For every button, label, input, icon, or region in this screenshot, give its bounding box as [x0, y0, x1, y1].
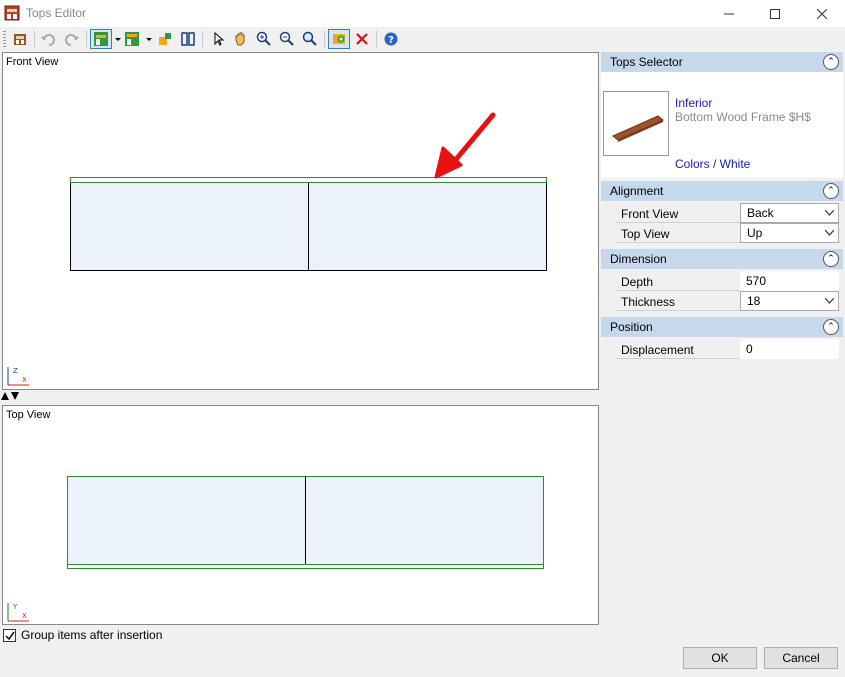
checkmark-icon: [4, 631, 15, 640]
svg-text:Z: Z: [13, 367, 18, 375]
undo-button[interactable]: [38, 29, 58, 49]
splitter-arrows-icon: [1, 392, 19, 400]
depth-label: Depth: [621, 275, 654, 289]
help-button[interactable]: ?: [381, 29, 401, 49]
front-view-layout-icon: [94, 32, 108, 46]
group-items-option[interactable]: Group items after insertion: [3, 628, 162, 642]
delete-icon: [356, 33, 368, 45]
pan-button[interactable]: [230, 29, 250, 49]
redo-button[interactable]: [62, 29, 82, 49]
displacement-input[interactable]: 0: [740, 339, 839, 359]
svg-text:X: X: [22, 376, 27, 384]
depth-input[interactable]: 570: [740, 271, 839, 291]
front-view-layout-button[interactable]: [90, 29, 112, 49]
close-button[interactable]: [799, 0, 845, 27]
top-thumbnail[interactable]: [603, 91, 669, 156]
view-splitter[interactable]: [1, 391, 19, 403]
dimension-header[interactable]: Dimension ⌃: [601, 249, 843, 269]
thickness-row: Thickness 18: [615, 291, 840, 311]
depth-row: Depth 570: [615, 271, 840, 291]
insert-button[interactable]: [10, 29, 30, 49]
front-view-drawing: [70, 112, 547, 271]
collapse-icon[interactable]: ⌃: [823, 54, 839, 70]
group-items-label[interactable]: Group items after insertion: [21, 628, 162, 642]
top-view-layout-icon: [125, 32, 139, 46]
alignment-header[interactable]: Alignment ⌃: [601, 181, 843, 201]
minimize-icon: [724, 13, 734, 14]
window-title: Tops Editor: [26, 6, 87, 20]
minimize-button[interactable]: [706, 0, 752, 27]
ok-button[interactable]: OK: [683, 647, 757, 669]
insert-icon: [14, 34, 26, 45]
svg-text:X: X: [22, 612, 27, 620]
svg-text:?: ?: [388, 35, 394, 46]
title-bar: Tops Editor: [0, 0, 845, 27]
app-icon: [4, 5, 20, 21]
help-icon: ?: [384, 32, 398, 46]
zoom-extents-icon: [302, 31, 317, 46]
tops-selector-header[interactable]: Tops Selector ⌃: [601, 52, 843, 72]
front-view-alignment-select[interactable]: Back: [740, 203, 839, 223]
top-view-alignment-select[interactable]: Up: [740, 223, 839, 243]
alignment-title: Alignment: [610, 184, 664, 198]
top-view-alignment-label: Top View: [621, 227, 670, 241]
zoom-out-button[interactable]: [277, 29, 297, 49]
top-view-canvas[interactable]: Top View YX: [2, 405, 599, 625]
pointer-icon: [214, 31, 225, 46]
displacement-label: Displacement: [621, 343, 694, 357]
annotation-arrow-icon: [434, 112, 496, 179]
pointer-button[interactable]: [208, 29, 228, 49]
color-button[interactable]: [155, 29, 175, 49]
tops-selector-title: Tops Selector: [610, 55, 683, 69]
add-top-button[interactable]: [328, 29, 350, 49]
top-name-link[interactable]: Inferior: [675, 96, 712, 110]
toolbar-grip[interactable]: [3, 31, 6, 47]
thickness-select[interactable]: 18: [740, 291, 839, 311]
toolbar: ?: [0, 27, 845, 51]
delete-button[interactable]: [352, 29, 372, 49]
close-icon: [817, 8, 827, 19]
maximize-icon: [770, 8, 780, 19]
front-view-alignment-row: Front View Back: [615, 203, 840, 223]
zoom-out-icon: [279, 31, 294, 46]
tops-selector-body: Inferior Bottom Wood Frame $H$ Colors / …: [601, 72, 843, 178]
dimension-title: Dimension: [610, 252, 667, 266]
front-view-alignment-label: Front View: [621, 207, 679, 221]
top-color-link[interactable]: Colors / White: [675, 157, 750, 171]
chevron-down-icon: [825, 298, 834, 304]
mirror-button[interactable]: [178, 29, 198, 49]
top-description: Bottom Wood Frame $H$: [675, 110, 811, 124]
displacement-row: Displacement 0: [615, 339, 840, 359]
zoom-extents-button[interactable]: [300, 29, 320, 49]
front-view-canvas[interactable]: Front View ZX: [2, 52, 599, 390]
pan-icon: [235, 32, 245, 46]
color-icon: [159, 33, 171, 45]
zoom-window-button[interactable]: [254, 29, 274, 49]
undo-icon: [41, 34, 55, 46]
top-view-drawing: [67, 476, 544, 569]
properties-panel: Tops Selector ⌃ Inferior Bottom Wood Fra…: [601, 52, 843, 642]
redo-icon: [65, 34, 79, 46]
collapse-icon[interactable]: ⌃: [823, 251, 839, 267]
collapse-icon[interactable]: ⌃: [823, 319, 839, 335]
add-top-icon: [333, 34, 345, 44]
top-view-layout-button[interactable]: [122, 29, 142, 49]
chevron-down-icon: [825, 230, 834, 236]
position-title: Position: [610, 320, 653, 334]
collapse-icon[interactable]: ⌃: [823, 183, 839, 199]
group-items-checkbox[interactable]: [3, 628, 16, 642]
cancel-button[interactable]: Cancel: [764, 647, 838, 669]
chevron-down-icon: [825, 210, 834, 216]
zoom-window-icon: [256, 31, 271, 46]
svg-text:Y: Y: [12, 603, 18, 611]
maximize-button[interactable]: [752, 0, 798, 27]
mirror-icon: [181, 32, 195, 46]
thickness-label: Thickness: [621, 295, 676, 309]
position-header[interactable]: Position ⌃: [601, 317, 843, 337]
top-view-alignment-row: Top View Up: [615, 223, 840, 243]
